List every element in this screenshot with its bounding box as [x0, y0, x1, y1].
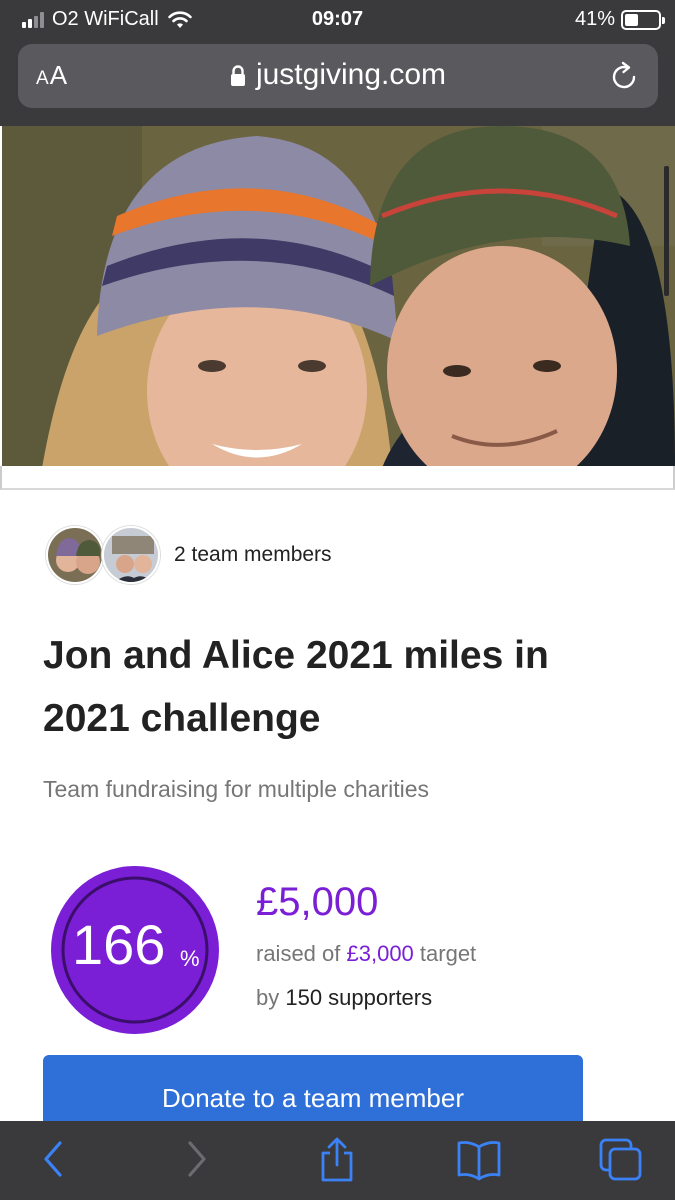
share-icon[interactable]: [318, 1137, 356, 1183]
browser-toolbar: [0, 1121, 675, 1200]
avatar[interactable]: [102, 526, 160, 584]
cover-photo-image: [2, 126, 675, 468]
by-prefix: by: [256, 985, 286, 1010]
battery-icon: [621, 9, 665, 30]
percent-sign: %: [180, 946, 200, 971]
team-members-row[interactable]: 2 team members: [46, 525, 332, 585]
page-subtitle: Team fundraising for multiple charities: [43, 776, 430, 802]
lock-icon: [230, 65, 245, 87]
cover-photo-border: [0, 466, 675, 490]
bookmarks-icon[interactable]: [456, 1137, 502, 1181]
team-cover-photo: [2, 126, 675, 468]
address-bar[interactable]: AA justgiving.com: [18, 44, 658, 108]
status-time: 09:07: [311, 8, 364, 30]
raised-of-target: raised of £3,000 target: [256, 941, 476, 967]
supporters-count: 150 supporters: [285, 985, 433, 1010]
browser-top-chrome: O2 WiFiCall 09:07 41% AA justgiving.com: [0, 0, 675, 126]
raised-of-prefix: raised of: [256, 941, 347, 966]
battery-fill: [625, 13, 638, 26]
status-right: 41%: [574, 8, 665, 31]
back-icon[interactable]: [40, 1137, 66, 1181]
page-title: Jon and Alice 2021 miles in 2021 challen…: [43, 634, 549, 740]
screen: O2 WiFiCall 09:07 41% AA justgiving.com …: [0, 0, 675, 1200]
raised-amount: £5,000: [256, 880, 379, 924]
avatar[interactable]: [46, 526, 104, 584]
target-amount: £3,000: [346, 941, 414, 966]
url-display[interactable]: justgiving.com: [18, 58, 658, 92]
reload-icon[interactable]: [610, 60, 640, 92]
team-members-count: 2 team members: [174, 543, 332, 566]
target-suffix: target: [413, 941, 477, 966]
supporters-line: by 150 supporters: [256, 985, 432, 1011]
tabs-icon[interactable]: [598, 1137, 644, 1181]
forward-icon[interactable]: [184, 1137, 210, 1181]
percent-raised-value: 166: [72, 913, 166, 976]
status-bar: O2 WiFiCall 09:07 41%: [0, 0, 675, 38]
url-text: justgiving.com: [255, 58, 447, 91]
battery-percent: 41%: [574, 8, 615, 30]
